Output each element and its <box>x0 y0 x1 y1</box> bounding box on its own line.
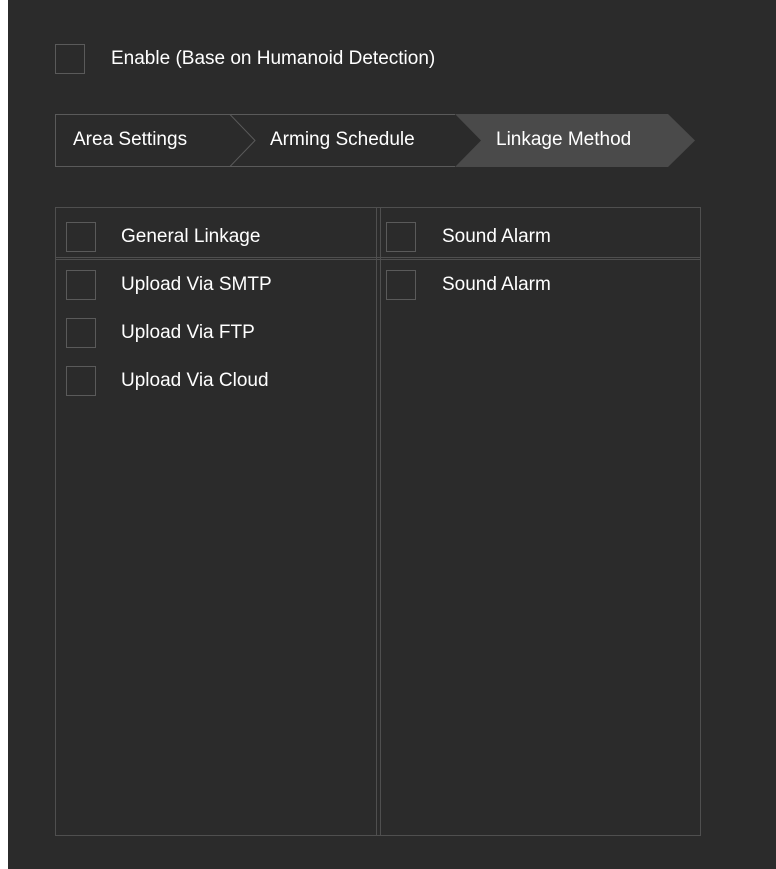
upload-cloud-label: Upload Via Cloud <box>121 370 269 391</box>
upload-ftp-checkbox[interactable] <box>66 318 96 348</box>
general-linkage-label: General Linkage <box>121 226 261 247</box>
tab-area-settings[interactable]: Area Settings <box>73 129 187 151</box>
sound-alarm-checkbox[interactable] <box>386 270 416 300</box>
linkage-settings-panel: Enable (Base on Humanoid Detection) Area… <box>8 0 776 869</box>
upload-smtp-checkbox[interactable] <box>66 270 96 300</box>
upload-ftp-label: Upload Via FTP <box>121 322 255 343</box>
general-linkage-checkbox[interactable] <box>66 222 96 252</box>
tab-bar: Area Settings Arming Schedule Linkage Me… <box>55 114 695 167</box>
sound-alarm-label: Sound Alarm <box>442 274 551 295</box>
header-divider <box>56 257 700 260</box>
enable-checkbox[interactable] <box>55 44 85 74</box>
upload-smtp-label: Upload Via SMTP <box>121 274 272 295</box>
enable-label: Enable (Base on Humanoid Detection) <box>111 48 436 69</box>
tab-arming-schedule[interactable]: Arming Schedule <box>270 129 415 151</box>
sound-alarm-header-label: Sound Alarm <box>442 226 551 247</box>
sound-alarm-header-checkbox[interactable] <box>386 222 416 252</box>
upload-cloud-checkbox[interactable] <box>66 366 96 396</box>
tab-linkage-method[interactable]: Linkage Method <box>496 129 631 151</box>
linkage-table: General Linkage Sound Alarm Upload Via S… <box>55 207 701 836</box>
column-divider <box>376 208 381 835</box>
